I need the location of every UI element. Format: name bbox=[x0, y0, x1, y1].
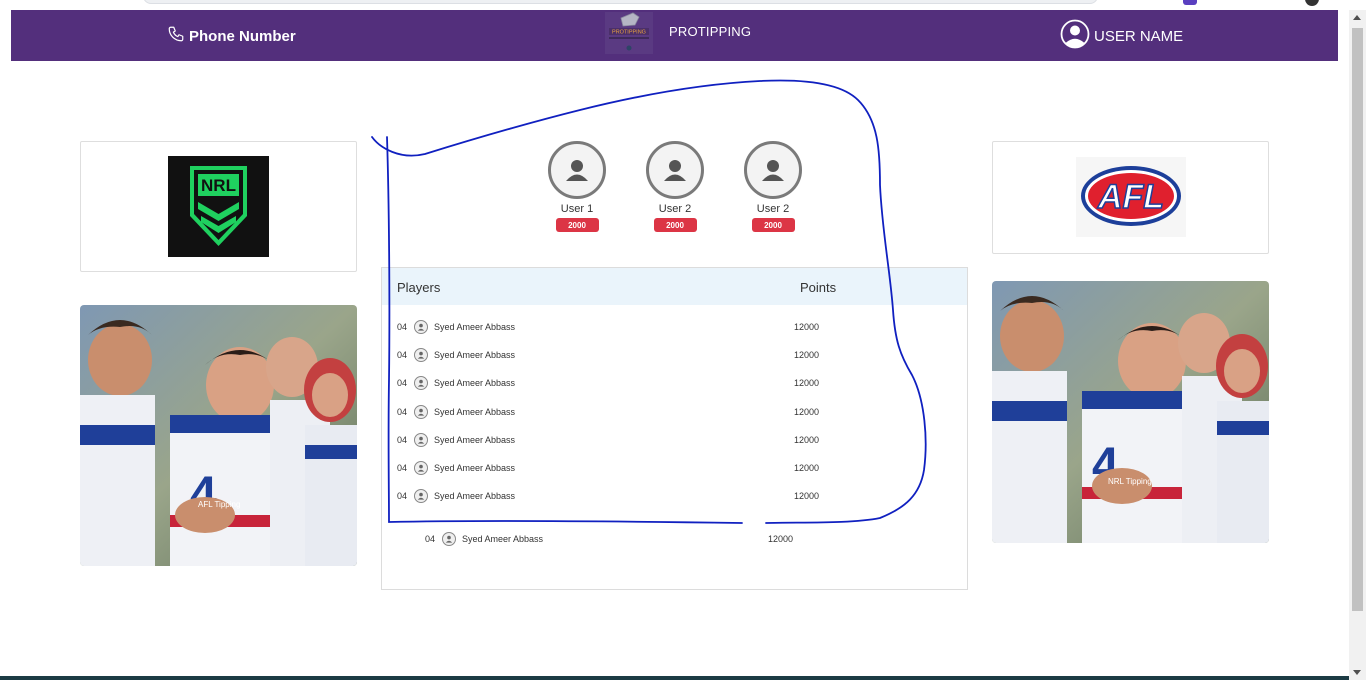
row-rank: 04 bbox=[397, 378, 408, 388]
leaderboard-row-extra[interactable]: 04 Syed Ameer Abbass 12000 bbox=[425, 532, 793, 546]
profile-circle-icon[interactable] bbox=[1305, 0, 1319, 6]
nrl-logo-text: NRL bbox=[201, 176, 236, 195]
phone-link[interactable]: Phone Number bbox=[167, 25, 296, 48]
players-photo-right-image: 4 bbox=[992, 281, 1269, 543]
scrollbar-thumb[interactable] bbox=[1352, 28, 1363, 611]
top-user-name: User 2 bbox=[756, 203, 790, 215]
player-points: 12000 bbox=[794, 491, 820, 501]
players-photo-left[interactable]: 4 AFL Tipping bbox=[80, 305, 357, 566]
player-avatar-icon bbox=[414, 320, 428, 334]
col-players-header: Players bbox=[397, 280, 441, 295]
scroll-down-arrow-icon[interactable] bbox=[1353, 670, 1361, 675]
player-avatar-icon bbox=[414, 433, 428, 447]
top-user-card[interactable]: User 2 2000 bbox=[744, 141, 802, 232]
score-badge: 2000 bbox=[653, 218, 697, 232]
brand-logo: PROTIPPING bbox=[605, 12, 653, 54]
viewport: Phone Number PROTIPPING PROTIPPING USER … bbox=[0, 0, 1366, 680]
vertical-scrollbar[interactable] bbox=[1349, 10, 1366, 680]
row-rank: 04 bbox=[397, 463, 408, 473]
extension-icon[interactable] bbox=[1183, 0, 1197, 5]
user-menu[interactable]: USER NAME bbox=[1060, 19, 1183, 54]
taskbar-edge bbox=[0, 676, 1349, 680]
brand[interactable]: PROTIPPING PROTIPPING bbox=[605, 12, 751, 54]
photo-right-caption: NRL Tipping bbox=[1108, 477, 1152, 486]
players-photo-right[interactable]: 4 NRL Tipping bbox=[992, 281, 1269, 543]
col-points-header: Points bbox=[800, 280, 837, 295]
user-avatar-icon bbox=[548, 141, 606, 199]
player-avatar-icon bbox=[414, 348, 428, 362]
player-name: Syed Ameer Abbass bbox=[434, 463, 516, 473]
phone-label: Phone Number bbox=[189, 28, 296, 45]
player-avatar-icon bbox=[414, 489, 428, 503]
user-avatar-icon bbox=[1060, 19, 1090, 54]
afl-logo-text: AFL bbox=[1097, 178, 1164, 216]
player-points: 12000 bbox=[794, 378, 820, 388]
row-rank: 04 bbox=[397, 350, 408, 360]
player-points: 12000 bbox=[794, 463, 820, 473]
top-user-name: User 1 bbox=[560, 203, 594, 215]
afl-logo-card[interactable]: AFL bbox=[992, 141, 1269, 254]
photo-left-caption: AFL Tipping bbox=[198, 500, 241, 509]
leaderboard-row[interactable]: 04 Syed Ameer Abbass 12000 bbox=[397, 320, 819, 334]
player-name: Syed Ameer Abbass bbox=[434, 322, 516, 332]
leaderboard-row[interactable]: 04 Syed Ameer Abbass 12000 bbox=[397, 433, 819, 447]
player-name: Syed Ameer Abbass bbox=[434, 407, 516, 417]
player-avatar-icon bbox=[414, 376, 428, 390]
player-name: Syed Ameer Abbass bbox=[434, 491, 516, 501]
player-name: Syed Ameer Abbass bbox=[434, 378, 516, 388]
leaderboard-row[interactable]: 04 Syed Ameer Abbass 12000 bbox=[397, 348, 819, 362]
player-avatar-icon bbox=[442, 532, 456, 546]
row-rank: 04 bbox=[397, 407, 408, 417]
leaderboard-row[interactable]: 04 Syed Ameer Abbass 12000 bbox=[397, 376, 819, 390]
brand-logo-text: PROTIPPING bbox=[612, 30, 646, 36]
player-avatar-icon bbox=[414, 405, 428, 419]
top-navbar: Phone Number PROTIPPING PROTIPPING USER … bbox=[11, 10, 1338, 61]
row-rank: 04 bbox=[397, 322, 408, 332]
phone-icon bbox=[167, 25, 185, 48]
players-photo-left-image: 4 bbox=[80, 305, 357, 566]
player-name: Syed Ameer Abbass bbox=[434, 350, 516, 360]
nrl-logo: NRL bbox=[168, 156, 269, 257]
address-bar[interactable] bbox=[143, 0, 1098, 4]
player-avatar-icon bbox=[414, 461, 428, 475]
leaderboard-row[interactable]: 04 Syed Ameer Abbass 12000 bbox=[397, 405, 819, 419]
row-rank: 04 bbox=[397, 435, 408, 445]
browser-toolbar-strip bbox=[0, 0, 1349, 10]
user-avatar-icon bbox=[744, 141, 802, 199]
brand-name: PROTIPPING bbox=[669, 24, 752, 39]
player-name: Syed Ameer Abbass bbox=[434, 435, 516, 445]
top-user-card[interactable]: User 2 2000 bbox=[646, 141, 704, 232]
user-avatar-icon bbox=[646, 141, 704, 199]
top-user-card[interactable]: User 1 2000 bbox=[548, 141, 606, 232]
player-points: 12000 bbox=[794, 322, 820, 332]
scroll-up-arrow-icon[interactable] bbox=[1353, 15, 1361, 20]
top-user-name: User 2 bbox=[658, 203, 692, 215]
score-badge: 2000 bbox=[751, 218, 795, 232]
row-rank: 04 bbox=[397, 491, 408, 501]
leaderboard-table: Players Points 04 Syed Ameer Abbass 1200… bbox=[381, 267, 968, 590]
player-points: 12000 bbox=[768, 534, 794, 544]
user-name-label: USER NAME bbox=[1094, 28, 1184, 45]
row-rank: 04 bbox=[425, 534, 436, 544]
leaderboard-row[interactable]: 04 Syed Ameer Abbass 12000 bbox=[397, 461, 819, 475]
leaderboard-header: Players Points bbox=[382, 268, 967, 305]
top-users: User 1 2000 User 2 2000 User 2 2000 bbox=[548, 141, 802, 232]
player-points: 12000 bbox=[794, 350, 820, 360]
leaderboard-row[interactable]: 04 Syed Ameer Abbass 12000 bbox=[397, 489, 819, 503]
player-points: 12000 bbox=[794, 407, 820, 417]
player-points: 12000 bbox=[794, 435, 820, 445]
player-name: Syed Ameer Abbass bbox=[462, 534, 544, 544]
afl-logo: AFL bbox=[1076, 157, 1186, 237]
score-badge: 2000 bbox=[555, 218, 599, 232]
nrl-logo-card[interactable]: NRL bbox=[80, 141, 357, 272]
